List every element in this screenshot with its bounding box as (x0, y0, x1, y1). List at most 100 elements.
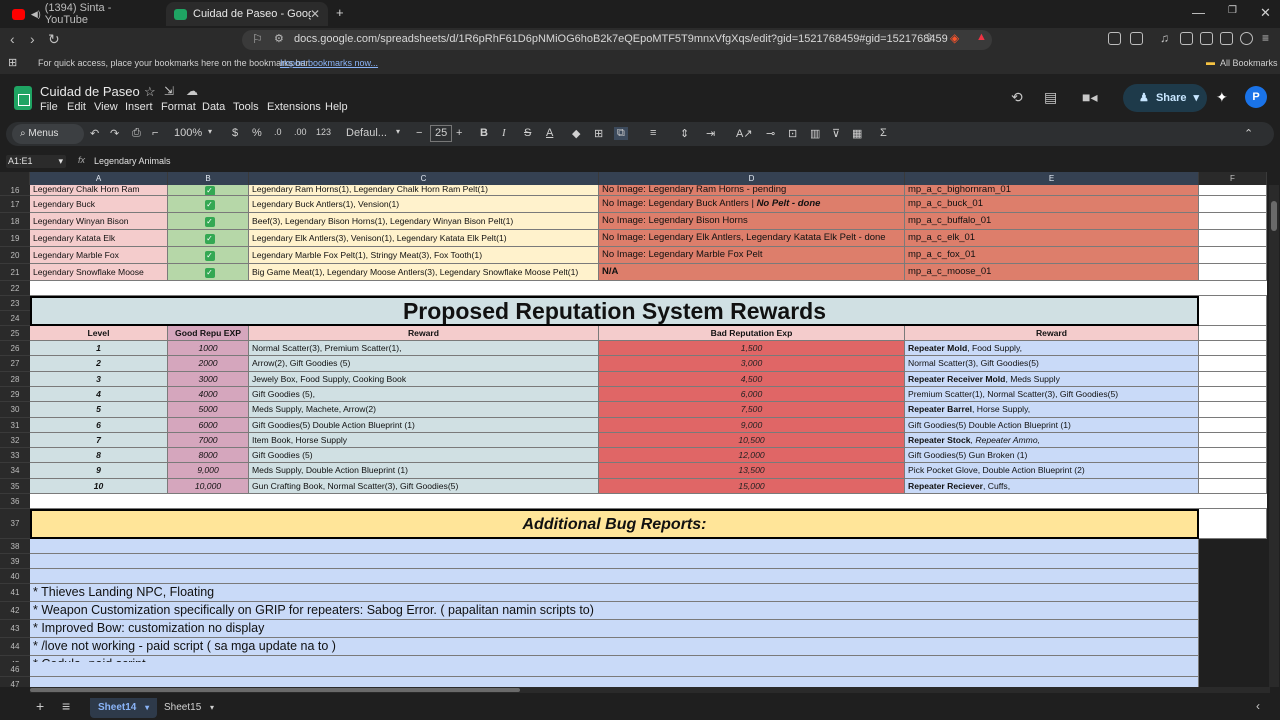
bug-row-empty[interactable] (30, 677, 1199, 687)
good-exp-cell[interactable]: 3000 (168, 372, 249, 387)
drops-cell[interactable]: Big Game Meat(1), Legendary Moose Antler… (249, 264, 599, 281)
browser-menu-icon[interactable]: ≡ (1262, 31, 1269, 45)
bad-reward-header[interactable]: Reward (905, 326, 1199, 341)
url-field[interactable]: ⚐ ⚙ docs.google.com/spreadsheets/d/1R6pR… (242, 30, 992, 50)
maximize-icon[interactable]: ❐ (1228, 5, 1237, 16)
row-number[interactable]: 19 (0, 230, 30, 247)
row-number[interactable]: 18 (0, 213, 30, 230)
all-sheets-icon[interactable]: ≡ (62, 698, 70, 714)
menu-insert[interactable]: Insert (125, 101, 153, 113)
redo-icon[interactable]: ↷ (110, 127, 119, 140)
level-cell[interactable]: 3 (30, 372, 168, 387)
bookmark-icon[interactable]: ⚐ (252, 32, 263, 46)
site-info-icon[interactable]: ⚙ (274, 32, 284, 45)
chart-icon[interactable]: ▥ (810, 127, 820, 140)
animal-name-cell[interactable]: Legendary Snowflake Moose (30, 264, 168, 281)
rewards-icon[interactable]: ▲ (976, 31, 987, 43)
empty-cell[interactable] (1199, 326, 1267, 341)
chevron-down-icon[interactable]: ▾ (208, 127, 212, 136)
menu-view[interactable]: View (94, 101, 118, 113)
brave-shield-icon[interactable]: ◈ (950, 31, 959, 45)
close-tab-icon[interactable]: ✕ (310, 7, 320, 21)
leo-icon[interactable] (1220, 32, 1233, 45)
bad-reward-cell[interactable]: Gift Goodies(5) Gun Broken (1) (905, 448, 1199, 463)
row-number[interactable]: 33 (0, 448, 30, 463)
drops-cell[interactable]: Legendary Ram Horns(1), Legendary Chalk … (249, 185, 599, 196)
level-cell[interactable]: 9 (30, 463, 168, 479)
bug-row-empty[interactable] (30, 662, 1199, 677)
chevron-down-icon[interactable]: ▾ (210, 703, 214, 712)
row-number[interactable]: 27 (0, 356, 30, 372)
bad-reward-cell[interactable]: Pick Pocket Glove, Double Action Bluepri… (905, 463, 1199, 479)
functions-icon[interactable]: Σ (880, 127, 887, 139)
empty-cell[interactable] (1199, 196, 1267, 213)
avatar[interactable]: P (1245, 86, 1267, 108)
undo-icon[interactable]: ↶ (90, 127, 99, 140)
checkbox-checked-icon[interactable]: ✓ (204, 217, 215, 227)
row-number[interactable]: 38 (0, 539, 30, 554)
good-exp-cell[interactable]: 6000 (168, 418, 249, 433)
column-header-b[interactable]: B (168, 172, 249, 185)
good-exp-header[interactable]: Good Repu EXP (168, 326, 249, 341)
good-exp-cell[interactable]: 4000 (168, 387, 249, 402)
text-color-button[interactable]: A (546, 127, 553, 139)
level-cell[interactable]: 2 (30, 356, 168, 372)
model-cell[interactable]: mp_a_c_moose_01 (905, 264, 1199, 281)
good-exp-cell[interactable]: 2000 (168, 356, 249, 372)
drops-cell[interactable]: Beef(3), Legendary Bison Horns(1), Legen… (249, 213, 599, 230)
good-exp-cell[interactable]: 9,000 (168, 463, 249, 479)
reward-header[interactable]: Reward (249, 326, 599, 341)
animal-name-cell[interactable]: Legendary Katata Elk (30, 230, 168, 247)
import-bookmarks-link[interactable]: Import bookmarks now... (280, 58, 378, 68)
bad-exp-cell[interactable]: 12,000 (599, 448, 905, 463)
menu-data[interactable]: Data (202, 101, 225, 113)
row-number[interactable]: 20 (0, 247, 30, 264)
history-icon[interactable]: ⟲ (1011, 89, 1023, 106)
comment-icon[interactable]: ⊡ (788, 127, 797, 140)
empty-cell[interactable] (1199, 185, 1267, 196)
tab-youtube[interactable]: ◀) (1394) Sinta - YouTube (4, 2, 164, 26)
good-exp-cell[interactable]: 10,000 (168, 479, 249, 494)
column-header-d[interactable]: D (599, 172, 905, 185)
close-window-icon[interactable]: ✕ (1260, 5, 1271, 21)
align-horizontal-icon[interactable]: ≡ (650, 127, 656, 139)
collapse-toolbar-icon[interactable]: ⌃ (1244, 127, 1253, 140)
animal-name-cell[interactable]: Legendary Winyan Bison (30, 213, 168, 230)
bug-row-empty[interactable] (30, 554, 1199, 569)
bad-exp-cell[interactable]: 9,000 (599, 418, 905, 433)
checkbox-checked-icon[interactable]: ✓ (204, 186, 215, 195)
back-icon[interactable]: ‹ (10, 31, 15, 47)
row-number[interactable]: 39 (0, 554, 30, 569)
bad-exp-cell[interactable]: 6,000 (599, 387, 905, 402)
bad-exp-cell[interactable]: 10,500 (599, 433, 905, 448)
tab-sheets[interactable]: Cuidad de Paseo - Google Sheets ✕ (166, 2, 328, 26)
reward-cell[interactable]: Gun Crafting Book, Normal Scatter(3), Gi… (249, 479, 599, 494)
reward-cell[interactable]: Jewely Box, Food Supply, Cooking Book (249, 372, 599, 387)
row-number[interactable]: 26 (0, 341, 30, 356)
empty-row[interactable] (30, 281, 1267, 296)
row-number[interactable]: 16 (0, 185, 30, 196)
bad-exp-cell[interactable]: 4,500 (599, 372, 905, 387)
checkbox-checked-icon[interactable]: ✓ (204, 251, 215, 261)
column-header-e[interactable]: E (905, 172, 1199, 185)
row-number[interactable]: 25 (0, 326, 30, 341)
minimize-icon[interactable]: — (1192, 5, 1205, 20)
checkbox-cell[interactable]: ✓ (168, 264, 249, 281)
empty-cell[interactable] (1199, 402, 1267, 418)
bug-row-empty[interactable] (30, 539, 1199, 554)
sidebar-icon[interactable] (1180, 32, 1193, 45)
animal-name-cell[interactable]: Legendary Marble Fox (30, 247, 168, 264)
row-number[interactable]: 29 (0, 387, 30, 402)
shield-icon[interactable] (1240, 32, 1253, 45)
column-header-a[interactable]: A (30, 172, 168, 185)
forward-icon[interactable]: › (30, 31, 35, 47)
row-number[interactable]: 36 (0, 494, 30, 509)
good-exp-cell[interactable]: 5000 (168, 402, 249, 418)
level-cell[interactable]: 4 (30, 387, 168, 402)
bug-report-item[interactable]: * Weapon Customization specifically on G… (30, 602, 1199, 620)
all-bookmarks[interactable]: All Bookmarks (1220, 58, 1278, 68)
row-number[interactable]: 24 (0, 311, 30, 326)
menu-help[interactable]: Help (325, 101, 348, 113)
animal-name-cell[interactable]: Legendary Chalk Horn Ram (30, 185, 168, 196)
number-format-button[interactable]: 123 (316, 127, 331, 137)
